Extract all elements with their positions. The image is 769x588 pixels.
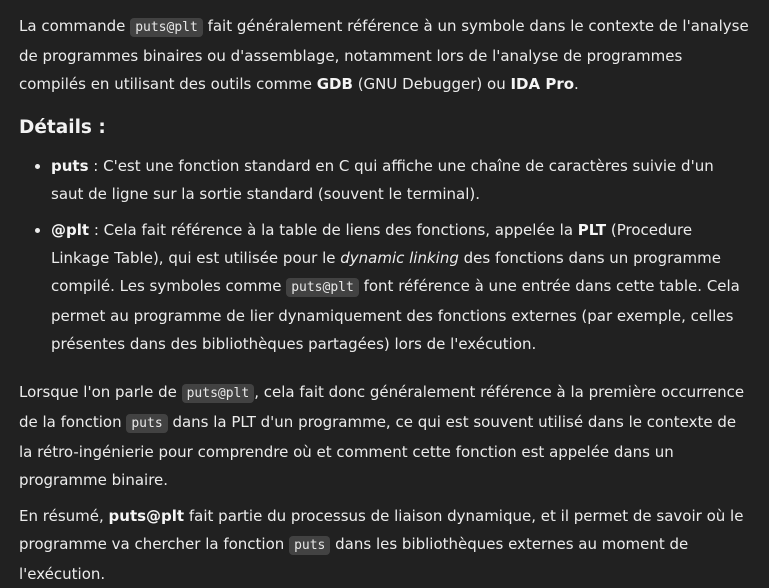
inline-code-puts: puts bbox=[289, 536, 331, 555]
bold-gdb: GDB bbox=[316, 75, 353, 93]
details-list: puts : C'est une fonction standard en C … bbox=[19, 152, 749, 358]
explanation-paragraph: Lorsque l'on parle de puts@plt, cela fai… bbox=[19, 358, 749, 494]
inline-code-puts-plt: puts@plt bbox=[130, 18, 203, 37]
summary-paragraph: En résumé, puts@plt fait partie du proce… bbox=[19, 494, 749, 588]
bullet-text: : Cela fait référence à la table de lien… bbox=[89, 221, 578, 239]
details-heading: Détails : bbox=[19, 117, 106, 138]
bold-ida-pro: IDA Pro bbox=[510, 75, 575, 93]
bullet-term-puts: puts bbox=[51, 157, 89, 175]
inline-code-puts-plt: puts@plt bbox=[181, 384, 255, 403]
bullet-text: : C'est une fonction standard en C qui a… bbox=[51, 157, 714, 203]
bold-puts-plt: puts@plt bbox=[108, 507, 185, 525]
assistant-message: La commande puts@plt fait généralement r… bbox=[0, 0, 769, 588]
inline-code-puts: puts bbox=[126, 414, 168, 433]
inline-code-puts-plt: puts@plt bbox=[286, 278, 359, 297]
summary-text: En résumé, bbox=[19, 507, 109, 525]
list-item: @plt : Cela fait référence à la table de… bbox=[51, 216, 749, 358]
italic-dynamic-linking: dynamic linking bbox=[340, 249, 459, 267]
para-text: Lorsque l'on parle de bbox=[19, 383, 182, 401]
intro-text-4: . bbox=[574, 75, 579, 93]
list-item: puts : C'est une fonction standard en C … bbox=[51, 152, 749, 208]
bold-plt: PLT bbox=[577, 221, 607, 239]
intro-text-3: (GNU Debugger) ou bbox=[352, 75, 511, 93]
intro-text-1: La commande bbox=[19, 17, 131, 35]
bullet-term-plt: @plt bbox=[51, 221, 90, 239]
intro-paragraph: La commande puts@plt fait généralement r… bbox=[19, 0, 749, 98]
